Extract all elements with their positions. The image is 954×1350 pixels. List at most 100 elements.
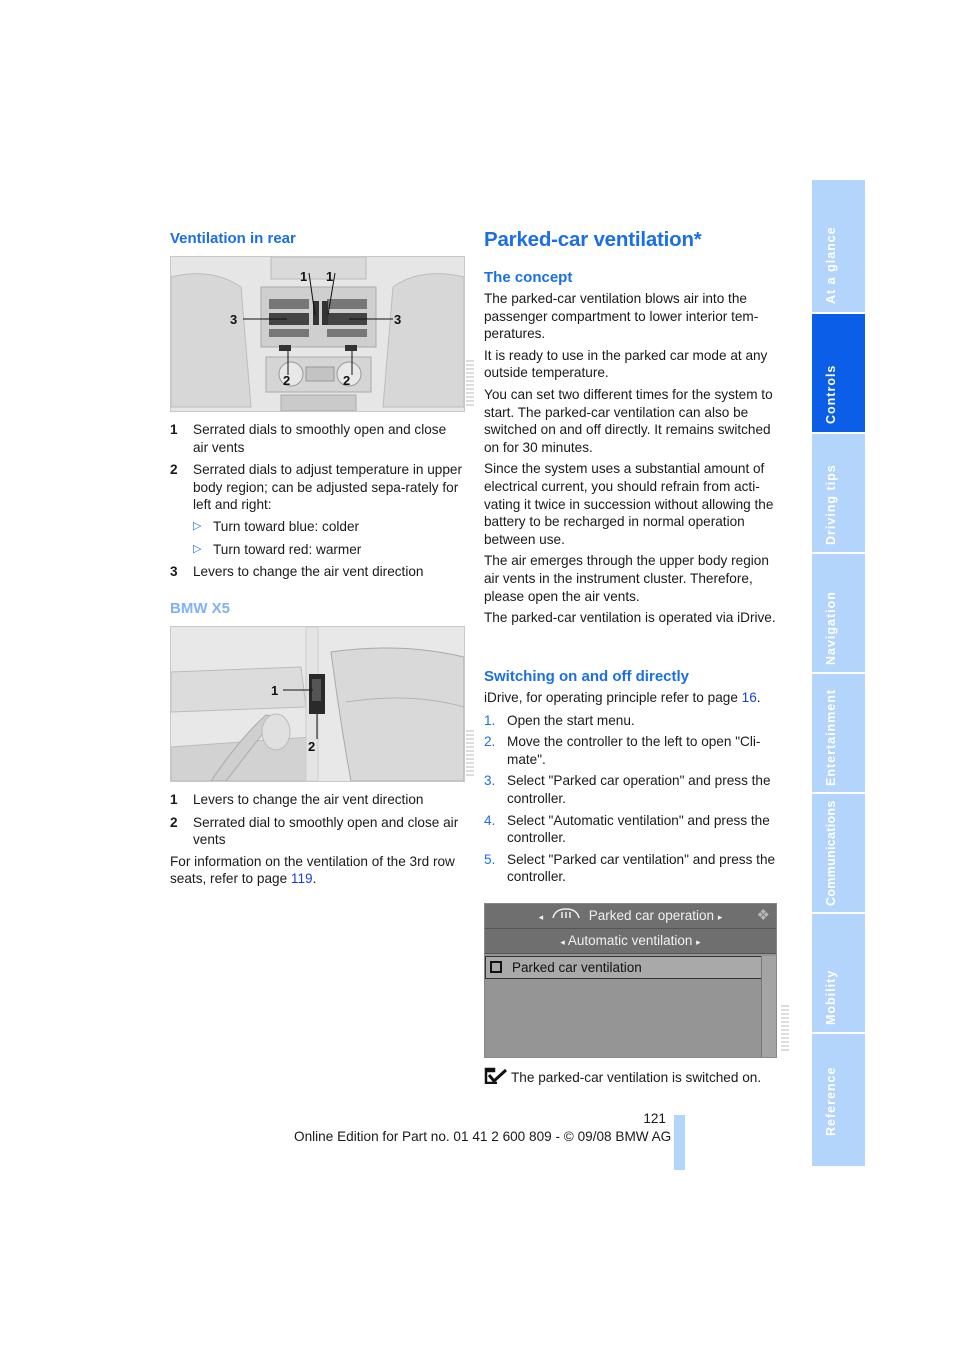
legend-item: 2 Serrated dials to adjust temperature i… — [170, 461, 465, 514]
legend-text: Serrated dials to smoothly open and clos… — [193, 422, 447, 455]
result-text: The parked-car ventilation is switched o… — [511, 1070, 762, 1085]
legend-item: 3 Levers to change the air vent directio… — [170, 563, 465, 581]
page-marker-bar — [674, 1115, 685, 1170]
page-link-119[interactable]: 119 — [291, 871, 313, 886]
callout-label: 2 — [308, 739, 316, 754]
screen-row-label: Parked car operation — [588, 908, 715, 923]
result-line: The parked-car ventilation is switched o… — [484, 1067, 784, 1089]
arrow-left-icon: ◂ — [560, 937, 565, 947]
checkbox-icon — [490, 961, 502, 973]
side-tab-label: At a glance — [824, 226, 838, 304]
figure-watermark — [466, 360, 474, 408]
screen-row-parked-car-operation: ◂ Parked car operation ▸ ❖ — [485, 904, 776, 929]
callout-label: 3 — [394, 312, 402, 327]
concept-paragraph: The parked-car ventilation is operated v… — [484, 610, 776, 626]
section-heading-ventilation-in-rear: Ventilation in rear — [170, 230, 296, 247]
step-number: 2. — [484, 734, 496, 750]
side-tab-reference[interactable]: Reference — [812, 1034, 865, 1166]
info-paragraph: For information on the ventilation of th… — [170, 853, 465, 888]
switching-body: iDrive, for operating principle refer to… — [484, 689, 776, 890]
step-item: 4. Select "Automatic ventilation" and pr… — [484, 812, 776, 847]
callout-label: 1 — [326, 269, 334, 284]
step-number: 1. — [484, 712, 496, 728]
side-tab-label: Mobility — [824, 969, 838, 1025]
legend-number: 3 — [170, 564, 178, 580]
side-tab-label: Controls — [824, 364, 838, 424]
screen-row-label: Automatic ventilation — [567, 933, 693, 948]
rear-ventilation-figure: 1 1 3 3 2 2 — [170, 256, 465, 412]
callout-label: 1 — [271, 683, 279, 698]
section-heading-concept: The concept — [484, 269, 573, 286]
arrow-right-icon: ▸ — [696, 937, 701, 947]
callout-label: 1 — [300, 269, 308, 284]
step-item: 2. Move the controller to the left to op… — [484, 733, 776, 768]
side-tab-controls[interactable]: Controls — [812, 314, 865, 432]
concept-paragraph: It is ready to use in the parked car mod… — [484, 347, 768, 381]
idrive-screen: ◂ Parked car operation ▸ ❖ ◂ Automatic v… — [484, 903, 777, 1058]
figure-watermark — [466, 730, 474, 778]
screen-row-parked-car-ventilation[interactable]: Parked car ventilation — [485, 956, 762, 979]
step-text: Open the start menu. — [507, 712, 635, 728]
switching-intro: iDrive, for operating principle refer to… — [484, 689, 776, 707]
section-heading-switching: Switching on and off directly — [484, 668, 690, 685]
legend-number: 1 — [170, 422, 178, 437]
step-number: 4. — [484, 812, 496, 828]
step-text: Select "Parked car operation" and press … — [507, 773, 771, 806]
bmw-x5-ventilation-figure: 1 2 — [170, 626, 465, 782]
step-text: Select "Parked car ventilation" and pres… — [507, 851, 776, 885]
check-result-icon — [484, 1067, 508, 1089]
side-tab-label: Entertainment — [824, 688, 838, 786]
concept-paragraph: Since the system uses a substantial amou… — [484, 461, 774, 547]
concept-body: The parked-car ventilation blows air int… — [484, 290, 776, 631]
legend-item: 1 Serrated dials to smoothly open and cl… — [170, 421, 465, 456]
page-title: Parked-car ventilation* — [484, 228, 702, 251]
figure2-legend: 1 Levers to change the air vent directio… — [170, 791, 465, 892]
screen-row-automatic-ventilation: ◂ Automatic ventilation ▸ — [485, 929, 776, 954]
legend-number: 1 — [170, 792, 178, 807]
legend-item: 1 Levers to change the air vent directio… — [170, 791, 465, 809]
triangle-bullet-icon: ▷ — [193, 519, 202, 532]
callout-label: 2 — [343, 373, 351, 388]
side-tab-label: Driving tips — [824, 464, 838, 545]
rear-console-illustration — [171, 257, 464, 411]
legend-item: 2 Serrated dial to smoothly open and clo… — [170, 814, 465, 849]
side-tab-entertainment[interactable]: Entertainment — [812, 674, 865, 792]
figure1-legend: 1 Serrated dials to smoothly open and cl… — [170, 421, 465, 586]
b-pillar-illustration — [171, 627, 464, 781]
section-heading-bmw-x5: BMW X5 — [170, 600, 230, 617]
callout-label: 3 — [230, 312, 238, 327]
page-link-16[interactable]: 16 — [742, 690, 757, 705]
ventilation-fan-icon — [551, 904, 581, 928]
screen-row-label: Parked car ventilation — [512, 960, 642, 975]
step-item: 1. Open the start menu. — [484, 712, 776, 730]
page-number: 121 — [643, 1111, 666, 1126]
side-tab-mobility[interactable]: Mobility — [812, 914, 865, 1032]
legend-text: Serrated dials to adjust temperature in … — [193, 462, 463, 513]
side-tab-navigation[interactable]: Navigation — [812, 554, 865, 672]
step-text: Move the controller to the left to open … — [507, 734, 761, 767]
step-item: 5. Select "Parked car ventilation" and p… — [484, 851, 776, 886]
step-number: 5. — [484, 851, 496, 867]
arrow-right-icon: ▸ — [717, 912, 723, 922]
concept-paragraph: The parked-car ventilation blows air int… — [484, 291, 759, 342]
callout-label: 2 — [283, 373, 291, 388]
switching-intro-end: . — [756, 690, 761, 705]
side-tab-at-a-glance[interactable]: At a glance — [812, 180, 865, 312]
step-text: Select "Automatic ventilation" and press… — [507, 812, 770, 846]
legend-subitem: ▷ Turn toward blue: colder — [193, 518, 465, 536]
step-item: 3. Select "Parked car operation" and pre… — [484, 772, 776, 807]
concept-paragraph: The air emerges through the upper body r… — [484, 553, 769, 604]
controller-direction-icon: ❖ — [756, 907, 770, 924]
legend-number: 2 — [170, 462, 178, 478]
legend-subitem-text: Turn toward blue: colder — [213, 518, 360, 534]
legend-number: 2 — [170, 814, 178, 830]
step-number: 3. — [484, 773, 496, 789]
triangle-bullet-icon: ▷ — [193, 542, 202, 555]
side-tab-label: Communications — [824, 800, 838, 906]
legend-text: Serrated dial to smoothly open and close… — [193, 814, 459, 848]
side-tab-driving-tips[interactable]: Driving tips — [812, 434, 865, 552]
concept-paragraph: You can set two different times for the … — [484, 386, 773, 455]
side-tab-label: Reference — [824, 1066, 838, 1136]
side-tab-communications[interactable]: Communications — [812, 794, 865, 912]
figure-watermark — [781, 1005, 789, 1053]
